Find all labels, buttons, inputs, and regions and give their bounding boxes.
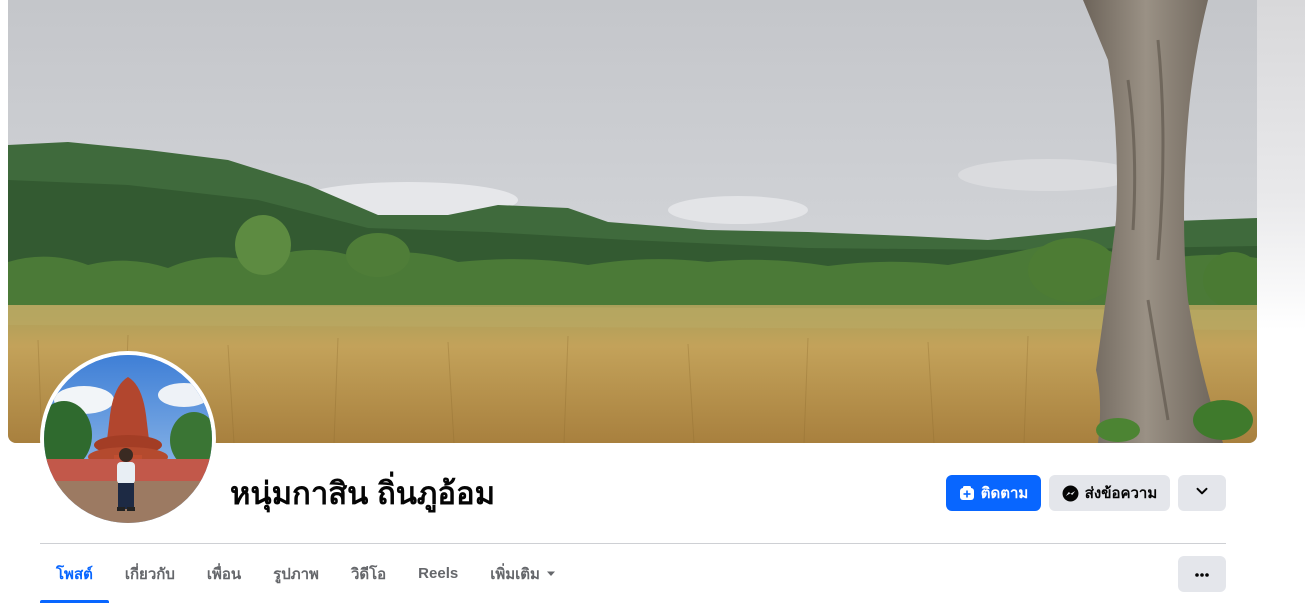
follow-button-label: ติดตาม: [980, 485, 1029, 502]
tab-photos[interactable]: รูปภาพ: [257, 544, 335, 603]
caret-down-icon: [546, 570, 556, 578]
cover-photo[interactable]: [8, 0, 1257, 443]
tab-label: เพิ่มเติม: [490, 565, 540, 583]
chevron-down-icon: [1195, 484, 1209, 502]
profile-options-button[interactable]: [1178, 475, 1226, 511]
tab-videos[interactable]: วิดีโอ: [335, 544, 402, 603]
tab-label: เกี่ยวกับ: [124, 565, 175, 583]
cover-landscape-image: [8, 0, 1257, 443]
tab-label: โพสต์: [56, 565, 93, 583]
profile-tabs: โพสต์ เกี่ยวกับ เพื่อน รูปภาพ วิดีโอ Ree…: [40, 544, 572, 603]
profile-picture-frame[interactable]: [40, 351, 216, 527]
tab-about[interactable]: เกี่ยวกับ: [109, 544, 191, 603]
tab-label: รูปภาพ: [273, 565, 319, 583]
profile-name: หนุ่มกาสิน ถิ่นภูอ้อม: [230, 476, 496, 511]
page-edge-fade: [1257, 0, 1305, 330]
message-button[interactable]: ส่งข้อความ: [1049, 475, 1170, 511]
tab-label: เพื่อน: [206, 565, 242, 583]
ellipsis-icon: [1194, 565, 1210, 583]
tab-friends[interactable]: เพื่อน: [191, 544, 257, 603]
follow-button[interactable]: ติดตาม: [946, 475, 1041, 511]
profile-page: หนุ่มกาสิน ถิ่นภูอ้อม ติดตาม ส่งข้อความ: [0, 0, 1305, 603]
add-follow-icon: [959, 485, 975, 501]
messenger-icon: [1062, 485, 1079, 502]
avatar-image: [44, 355, 212, 523]
tabs-more-options-button[interactable]: [1178, 556, 1226, 592]
tab-label: Reels: [418, 565, 459, 582]
tab-posts[interactable]: โพสต์: [40, 544, 109, 603]
avatar[interactable]: [44, 355, 212, 523]
tab-reels[interactable]: Reels: [402, 544, 474, 603]
tab-label: วิดีโอ: [350, 565, 387, 583]
message-button-label: ส่งข้อความ: [1084, 485, 1158, 502]
tab-more[interactable]: เพิ่มเติม: [474, 544, 572, 603]
